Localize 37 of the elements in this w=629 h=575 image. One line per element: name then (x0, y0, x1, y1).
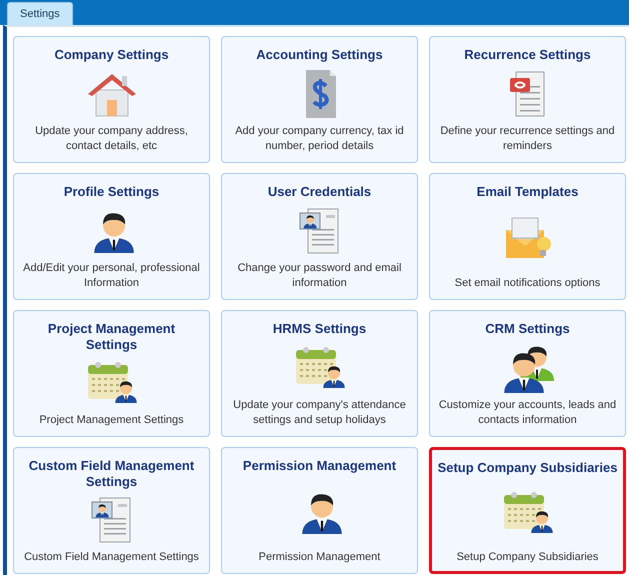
card-title: Email Templates (476, 184, 578, 200)
card-title: Company Settings (54, 47, 169, 63)
card-description: Project Management Settings (39, 413, 184, 428)
card-description: Add your company currency, tax id number, period details (234, 124, 405, 154)
settings-card[interactable]: Recurrence Settings Define your recurrence settings and reminders (429, 36, 626, 163)
card-title: Permission Management (242, 458, 396, 474)
card-description: Update your company address, contact details, etc (34, 124, 189, 154)
settings-card[interactable]: HRMS Settings Update your company's attendance settings and setup holidays (221, 310, 418, 437)
card-title: Project Management Settings (46, 321, 176, 353)
card-description: Add/Edit your personal, professional Information (22, 261, 201, 291)
card-title: Accounting Settings (256, 47, 383, 63)
card-title: User Credentials (268, 184, 372, 200)
card-description: Update your company's attendance settings and setup holidays (232, 398, 407, 428)
settings-card[interactable]: Setup Company Subsidiaries Setup Company Subsidiaries (429, 447, 626, 574)
settings-card[interactable]: Company Settings Update your company address, contact details, etc (13, 36, 210, 163)
settings-card[interactable]: Email Templates Set email notifications options (429, 173, 626, 300)
card-title: Custom Field Management Settings (28, 458, 196, 490)
card-description: Setup Company Subsidiaries (456, 550, 598, 565)
settings-tab[interactable]: Settings (7, 2, 73, 25)
settings-card[interactable]: User Credentials Change your password and email information (221, 173, 418, 300)
settings-card[interactable]: CRM Settings Customize your accounts, leads and contacts information (429, 310, 626, 437)
card-title: CRM Settings (485, 321, 570, 337)
card-description: Permission Management (258, 550, 380, 565)
card-description: Customize your accounts, leads and contacts information (438, 398, 618, 428)
card-description: Change your password and email information (236, 261, 402, 291)
settings-card[interactable]: Project Management Settings Project Management Settings (13, 310, 210, 437)
card-description: Set email notifications options (454, 276, 600, 291)
settings-card[interactable]: Permission Management Permission Management (221, 447, 418, 574)
card-title: Recurrence Settings (464, 47, 591, 63)
settings-card[interactable]: Custom Field Management Settings Custom Field Management Settings (13, 447, 210, 574)
settings-card[interactable]: Profile Settings Add/Edit your personal, professional Information (13, 173, 210, 300)
card-description: Custom Field Management Settings (24, 550, 199, 565)
card-title: Setup Company Subsidiaries (438, 460, 618, 476)
card-title: Profile Settings (64, 184, 160, 200)
card-title: HRMS Settings (272, 321, 366, 337)
card-description: Define your recurrence settings and reminders (439, 124, 616, 154)
settings-card[interactable]: Accounting Settings Add your company currency, tax id number, period details (221, 36, 418, 163)
